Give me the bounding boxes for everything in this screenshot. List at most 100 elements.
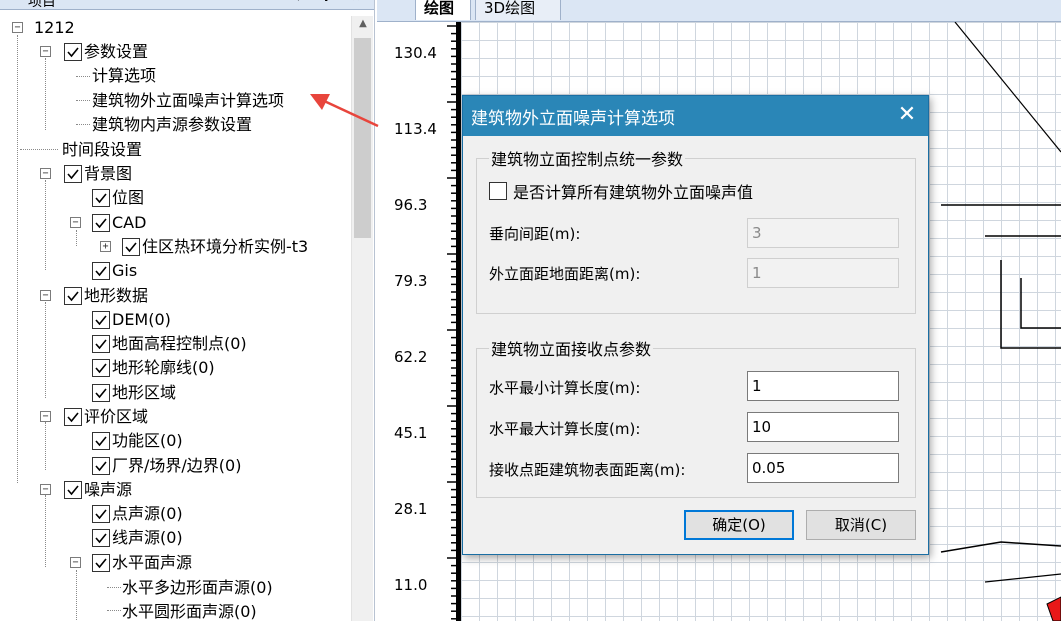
tree-item-facade-options[interactable]: 建筑物外立面噪声计算选项 [92,89,284,113]
y-tick-label: 79.3 [394,272,428,290]
checkbox[interactable] [92,311,110,329]
tree-item-ground-points[interactable]: 地面高程控制点(0) [92,332,247,356]
tree-item-boundary[interactable]: 厂界/场界/边界(0) [92,454,241,478]
tree-item-polygon-source[interactable]: 水平多边形面声源(0) [122,576,273,600]
checkbox[interactable] [92,384,110,402]
tree-item-label: 厂界/场界/边界(0) [112,456,242,475]
tree-item-noise-source[interactable]: 噪声源 [64,478,132,502]
y-tick-label: 62.2 [394,348,428,366]
tree-item-terrain[interactable]: 地形数据 [64,284,148,308]
checkbox[interactable] [92,335,110,353]
check-icon [95,315,107,326]
tree-item-time-period[interactable]: 时间段设置 [62,138,142,162]
tree-connector [107,587,121,588]
y-tick-label: 130.4 [394,44,437,62]
ruler-ticks [447,22,461,621]
max-length-input[interactable]: 10 [747,412,899,442]
collapse-icon[interactable]: − [12,22,23,33]
checkbox[interactable] [92,359,110,377]
tree-item-label: 功能区(0) [112,431,183,450]
checkbox[interactable] [64,408,82,426]
tree-item-bitmap[interactable]: 位图 [92,186,144,210]
check-icon [95,461,107,472]
tree-item-contours[interactable]: 地形轮廓线(0) [92,356,215,380]
collapse-icon[interactable]: − [40,46,51,57]
checkbox[interactable] [64,43,82,61]
tree-item-cad[interactable]: CAD [92,211,146,235]
close-icon[interactable]: ✕ [892,100,922,130]
tree-item-functional-zone[interactable]: 功能区(0) [92,429,183,453]
tree-item-cad-file[interactable]: 住区热环境分析实例-t3 [122,235,308,259]
checkbox[interactable] [92,505,110,523]
checkbox[interactable] [122,238,140,256]
collapse-icon[interactable]: − [70,217,81,228]
checkbox[interactable] [92,262,110,280]
checkbox[interactable] [64,165,82,183]
check-icon [95,363,107,374]
facade-height-label: 外立面距地面距离(m): [489,265,641,283]
tab-3d-draw[interactable]: 3D绘图 [475,0,561,20]
tree-item-dem[interactable]: DEM(0) [92,308,171,332]
facade-height-input[interactable]: 1 [747,258,899,288]
collapse-icon[interactable]: − [40,290,51,301]
check-icon [95,509,107,520]
panel-controls[interactable]: ▾ ✚ ✕ [295,0,369,4]
checkbox[interactable] [92,554,110,572]
receiver-distance-input[interactable]: 0.05 [747,453,899,483]
tab-draw[interactable]: 绘图 [415,0,471,20]
expand-icon[interactable]: + [100,241,111,252]
dialog-titlebar[interactable]: 建筑物外立面噪声计算选项 ✕ [463,96,928,136]
tree-item-gis[interactable]: Gis [92,259,137,283]
annotation-arrow [310,94,379,128]
tree-item-label: 住区热环境分析实例-t3 [142,237,309,256]
tree-connector [45,58,46,130]
tree-item-line-source[interactable]: 线声源(0) [92,526,183,550]
collapse-icon[interactable]: − [70,557,81,568]
check-icon [67,412,79,423]
ok-button[interactable]: 确定(O) [684,510,794,540]
tree-item-label: 水平面声源 [112,553,193,572]
tree-item-background[interactable]: 背景图 [64,162,132,186]
check-icon [67,291,79,302]
check-icon [67,485,79,496]
tree-item-label: 水平多边形面声源(0) [122,578,273,597]
tree-connector [45,495,46,567]
tree-item-circle-source[interactable]: 水平圆形面声源(0) [122,600,257,621]
checkbox[interactable] [64,287,82,305]
checkbox[interactable] [92,457,110,475]
checkbox[interactable] [92,214,110,232]
scroll-up-icon[interactable]: ▲ [352,18,374,36]
scroll-thumb[interactable] [354,38,371,238]
tree-item-terrain-region[interactable]: 地形区域 [92,381,176,405]
tree-item-point-source[interactable]: 点声源(0) [92,502,183,526]
checkbox[interactable] [64,481,82,499]
collapse-icon[interactable]: − [40,411,51,422]
tree-connector [107,610,121,611]
max-length-label: 水平最大计算长度(m): [489,420,641,438]
tree-item-label: 点声源(0) [112,504,183,523]
collapse-icon[interactable]: − [40,168,51,179]
checkbox[interactable] [92,529,110,547]
tree-item-eval-area[interactable]: 评价区域 [64,405,148,429]
tree-connector [45,302,46,398]
tree-item-root[interactable]: 1212 [34,16,75,40]
tree-item-calc-options[interactable]: 计算选项 [92,64,156,88]
tree-item-area-source[interactable]: 水平面声源 [92,551,192,575]
tree-item-label: 地形数据 [84,286,149,305]
check-icon [95,436,107,447]
vertical-spacing-input[interactable]: 3 [747,218,899,248]
check-icon [95,193,107,204]
min-length-input[interactable]: 1 [747,371,899,401]
collapse-icon[interactable]: − [40,484,51,495]
checkbox[interactable] [92,432,110,450]
calc-all-facades-option[interactable]: 是否计算所有建筑物外立面噪声值 [489,179,753,203]
tree-item-params[interactable]: 参数设置 [64,40,148,64]
tree-item-indoor-params[interactable]: 建筑物内声源参数设置 [92,113,252,137]
checkbox[interactable] [92,189,110,207]
cancel-button[interactable]: 取消(C) [806,510,916,540]
y-tick-label: 45.1 [394,424,428,442]
calc-all-checkbox[interactable] [489,182,507,200]
tree-item-label: 背景图 [84,164,133,183]
tree-item-label: 噪声源 [84,480,133,499]
check-icon [95,388,107,399]
